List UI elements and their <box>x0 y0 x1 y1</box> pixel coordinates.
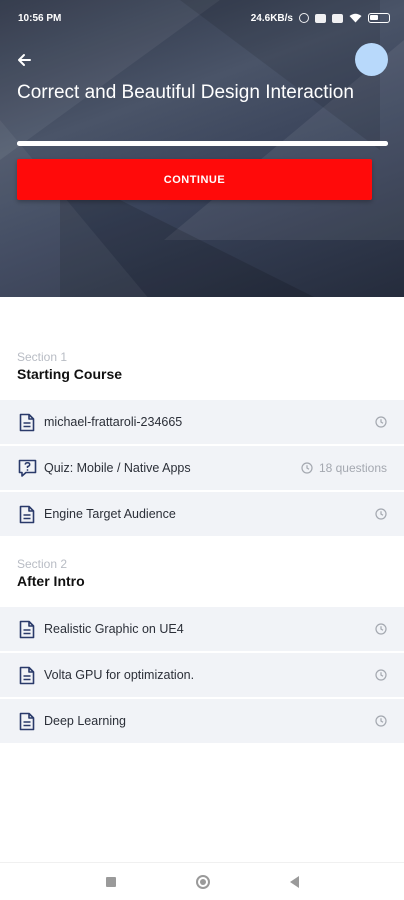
lesson-title: Engine Target Audience <box>44 507 176 521</box>
lesson-item[interactable]: Engine Target Audience <box>0 492 404 538</box>
document-icon <box>17 619 37 639</box>
lesson-list: michael-frattaroli-234665 Quiz: Mobile /… <box>0 400 404 538</box>
document-icon <box>17 504 37 524</box>
lesson-meta <box>375 669 387 681</box>
document-icon <box>17 412 37 432</box>
lesson-item[interactable]: Realistic Graphic on UE4 <box>0 607 404 653</box>
clock-icon <box>375 623 387 635</box>
clock-icon <box>301 462 313 474</box>
lesson-title: Quiz: Mobile / Native Apps <box>44 461 191 475</box>
section-header: Section 2 After Intro <box>0 538 404 607</box>
section-label: Section 2 <box>17 557 68 571</box>
document-icon <box>17 665 37 685</box>
battery-icon <box>368 13 390 23</box>
lesson-title: michael-frattaroli-234665 <box>44 415 183 429</box>
lesson-title: Realistic Graphic on UE4 <box>44 622 184 636</box>
lesson-item[interactable]: Quiz: Mobile / Native Apps 18 questions <box>0 446 404 492</box>
sim-icon <box>332 13 343 23</box>
home-icon[interactable] <box>195 874 210 889</box>
status-time: 10:56 PM <box>18 12 62 24</box>
network-speed: 24.6KB/s <box>250 12 293 24</box>
course-progress-bar <box>17 141 388 146</box>
wifi-icon <box>349 13 362 23</box>
status-icons: 24.6KB/s <box>251 13 390 24</box>
course-progress-fill <box>17 141 388 146</box>
sim-icon <box>315 13 326 23</box>
quiz-icon <box>17 458 37 478</box>
recent-apps-icon[interactable] <box>105 876 116 887</box>
clock-icon <box>375 669 387 681</box>
clock-icon <box>375 715 387 727</box>
lesson-item[interactable]: michael-frattaroli-234665 <box>0 400 404 446</box>
lesson-meta <box>375 508 387 520</box>
section-title: Starting Course <box>17 366 123 382</box>
clock-icon <box>375 508 387 520</box>
course-title: Correct and Beautiful Design Interaction <box>17 82 354 103</box>
back-button[interactable] <box>12 48 36 72</box>
curriculum: Section 1 Starting Course michael-fratta… <box>0 297 404 745</box>
lesson-list: Realistic Graphic on UE4 Volta GPU for o… <box>0 607 404 745</box>
continue-button[interactable]: CONTINUE <box>17 159 372 200</box>
avatar[interactable] <box>355 43 388 76</box>
section-header: Section 1 Starting Course <box>0 297 404 400</box>
lesson-item[interactable]: Volta GPU for optimization. <box>0 653 404 699</box>
lesson-meta <box>375 623 387 635</box>
lesson-title: Deep Learning <box>44 714 127 728</box>
system-nav-bar <box>0 862 404 900</box>
lesson-meta <box>375 715 387 727</box>
section-title: After Intro <box>17 573 85 589</box>
section-label: Section 1 <box>17 350 68 364</box>
status-bar: 10:56 PM 24.6KB/s <box>0 0 404 36</box>
lesson-title: Volta GPU for optimization. <box>44 668 195 682</box>
lesson-meta <box>375 416 387 428</box>
clock-icon <box>375 416 387 428</box>
arrow-left-icon <box>18 54 31 66</box>
course-header <box>0 0 404 297</box>
lesson-meta: 18 questions <box>301 461 387 475</box>
question-count: 18 questions <box>318 461 387 475</box>
alarm-icon <box>299 13 309 23</box>
lesson-item[interactable]: Deep Learning <box>0 699 404 745</box>
document-icon <box>17 711 37 731</box>
back-icon[interactable] <box>289 875 299 888</box>
background-facet <box>0 120 150 297</box>
